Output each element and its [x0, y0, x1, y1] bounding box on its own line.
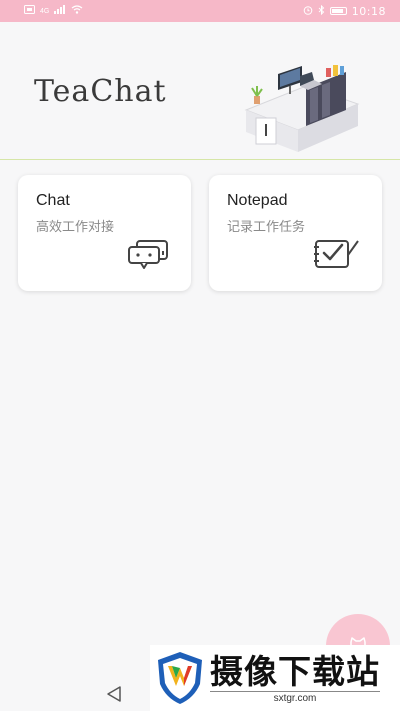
header-divider	[0, 159, 400, 160]
chat-card-title: Chat	[36, 192, 70, 209]
notepad-card[interactable]: Notepad 记录工作任务	[209, 175, 382, 291]
notepad-icon	[314, 240, 359, 268]
status-time: 10:18	[351, 4, 386, 18]
notepad-card-description: 记录工作任务	[227, 220, 306, 235]
bluetooth-icon	[318, 4, 325, 18]
watermark: 摄像下载站 sxtgr.com	[150, 645, 400, 711]
network-type: 4G	[40, 7, 50, 15]
signal-icon	[54, 5, 66, 17]
chat-card-description: 高效工作对接	[36, 220, 115, 235]
alarm-icon	[303, 5, 313, 18]
back-triangle-icon[interactable]	[104, 684, 124, 704]
status-bar: 4G 10:18	[0, 0, 400, 22]
watermark-title: 摄像下载站	[210, 651, 380, 691]
status-right: 10:18	[303, 4, 386, 18]
watermark-url: sxtgr.com	[210, 690, 380, 704]
sim-icon	[24, 5, 35, 17]
status-left: 4G	[24, 5, 83, 17]
watermark-text: 摄像下载站 sxtgr.com	[210, 651, 380, 704]
watermark-logo	[158, 652, 202, 704]
chat-bubbles-icon	[128, 240, 168, 269]
app-title: TeaChat	[34, 74, 167, 109]
battery-icon	[329, 7, 347, 15]
wifi-icon	[71, 5, 83, 17]
notepad-card-title: Notepad	[227, 192, 288, 209]
desk-workspace-illustration	[244, 65, 360, 152]
chat-card[interactable]: Chat 高效工作对接	[18, 175, 191, 291]
app-header: TeaChat	[0, 22, 400, 159]
